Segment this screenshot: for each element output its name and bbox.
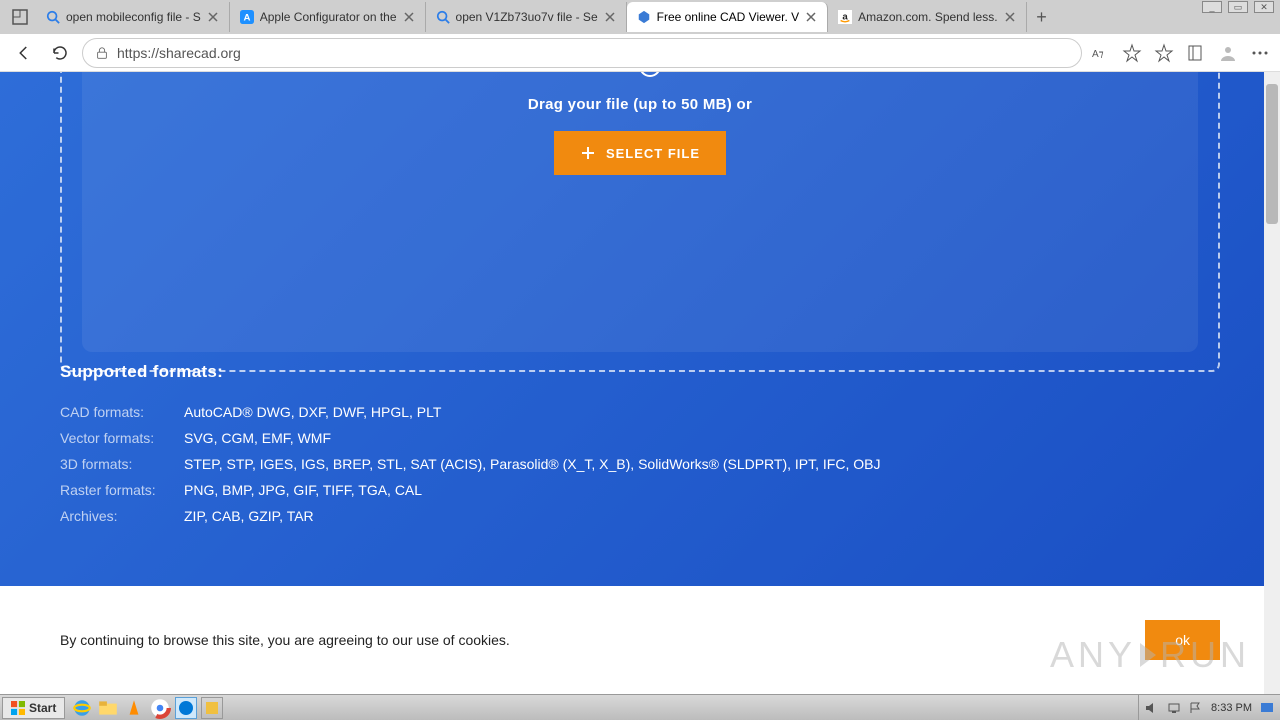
start-label: Start — [29, 701, 56, 715]
collections-icon[interactable] — [1186, 43, 1206, 63]
taskbar-explorer[interactable] — [97, 697, 119, 719]
tab-apple-configurator[interactable]: A Apple Configurator on the — [230, 2, 426, 32]
profile-icon[interactable] — [1218, 43, 1238, 63]
amazon-icon: a — [838, 10, 852, 24]
browser-tab-strip: open mobileconfig file - S A Apple Confi… — [0, 0, 1280, 34]
cookie-message: By continuing to browse this site, you a… — [60, 632, 510, 648]
format-values: ZIP, CAB, GZIP, TAR — [184, 508, 314, 524]
tab-title: Free online CAD Viewer. V — [657, 10, 800, 24]
close-icon[interactable] — [805, 11, 817, 23]
new-tab-button[interactable]: + — [1027, 7, 1057, 28]
flag-icon[interactable] — [1189, 701, 1203, 715]
url-input[interactable]: https://sharecad.org — [82, 38, 1082, 68]
start-button[interactable]: Start — [2, 697, 65, 719]
toolbar-right: A⁊ — [1090, 43, 1270, 63]
close-icon[interactable] — [604, 11, 616, 23]
format-label: Vector formats: — [60, 430, 168, 446]
tab-title: open mobileconfig file - S — [66, 10, 201, 24]
network-icon[interactable] — [1167, 701, 1181, 715]
drop-zone[interactable]: Drag your file (up to 50 MB) or SELECT F… — [82, 72, 1198, 352]
taskbar-chrome[interactable] — [149, 697, 171, 719]
tab-amazon[interactable]: a Amazon.com. Spend less. — [828, 2, 1026, 32]
favorites-icon[interactable] — [1154, 43, 1174, 63]
select-file-button[interactable]: SELECT FILE — [554, 131, 726, 175]
format-label: Archives: — [60, 508, 168, 524]
sound-icon[interactable] — [1145, 701, 1159, 715]
format-row: Vector formats: SVG, CGM, EMF, WMF — [60, 430, 1220, 446]
format-row: CAD formats: AutoCAD® DWG, DXF, DWF, HPG… — [60, 404, 1220, 420]
star-half-icon[interactable] — [1122, 43, 1142, 63]
format-values: STEP, STP, IGES, IGS, BREP, STL, SAT (AC… — [184, 456, 880, 472]
format-row: Archives: ZIP, CAB, GZIP, TAR — [60, 508, 1220, 524]
hero-section: Drag your file (up to 50 MB) or SELECT F… — [0, 72, 1280, 587]
search-icon — [46, 10, 60, 24]
taskbar-ie[interactable] — [71, 697, 93, 719]
url-text: https://sharecad.org — [117, 45, 241, 61]
supported-formats: Supported formats: CAD formats: AutoCAD®… — [60, 362, 1220, 534]
tab-sharecad[interactable]: Free online CAD Viewer. V — [627, 2, 829, 32]
menu-icon[interactable] — [1250, 43, 1270, 63]
clock[interactable]: 8:33 PM — [1211, 702, 1252, 714]
format-label: CAD formats: — [60, 404, 168, 420]
svg-text:A: A — [243, 13, 250, 24]
tab-v1zb73[interactable]: open V1Zb73uo7v file - Se — [426, 2, 627, 32]
back-button[interactable] — [10, 39, 38, 67]
close-icon[interactable] — [403, 11, 415, 23]
window-controls: _ ▭ ✕ — [1196, 0, 1280, 14]
cookie-banner: By continuing to browse this site, you a… — [0, 586, 1280, 694]
close-window-button[interactable]: ✕ — [1254, 1, 1274, 13]
tab-overview-button[interactable] — [4, 3, 36, 31]
tab-title: open V1Zb73uo7v file - Se — [456, 10, 598, 24]
taskbar: Start 8:33 PM — [0, 694, 1280, 720]
scrollbar-thumb[interactable] — [1266, 84, 1278, 224]
plus-icon — [580, 145, 596, 161]
taskbar-edge[interactable] — [175, 697, 197, 719]
format-values: SVG, CGM, EMF, WMF — [184, 430, 331, 446]
close-icon[interactable] — [1004, 11, 1016, 23]
format-row: Raster formats: PNG, BMP, JPG, GIF, TIFF… — [60, 482, 1220, 498]
windows-icon — [11, 701, 25, 715]
formats-heading: Supported formats: — [60, 362, 1220, 382]
search-icon — [436, 10, 450, 24]
tab-title: Apple Configurator on the — [260, 10, 397, 24]
system-tray: 8:33 PM — [1138, 695, 1280, 720]
cookie-ok-button[interactable]: ok — [1145, 620, 1220, 660]
format-values: AutoCAD® DWG, DXF, DWF, HPGL, PLT — [184, 404, 441, 420]
format-label: 3D formats: — [60, 456, 168, 472]
select-file-label: SELECT FILE — [606, 146, 700, 161]
drag-instruction: Drag your file (up to 50 MB) or — [528, 96, 752, 113]
taskbar-vlc[interactable] — [123, 697, 145, 719]
read-aloud-icon[interactable]: A⁊ — [1090, 43, 1110, 63]
tab-title: Amazon.com. Spend less. — [858, 10, 997, 24]
upload-icon — [612, 72, 668, 82]
maximize-button[interactable]: ▭ — [1228, 1, 1248, 13]
tab-mobileconfig[interactable]: open mobileconfig file - S — [36, 2, 230, 32]
lock-icon — [95, 46, 109, 60]
format-values: PNG, BMP, JPG, GIF, TIFF, TGA, CAL — [184, 482, 422, 498]
taskbar-apps — [71, 697, 223, 719]
close-icon[interactable] — [207, 11, 219, 23]
refresh-button[interactable] — [46, 39, 74, 67]
show-desktop[interactable] — [1260, 701, 1274, 715]
appstore-icon: A — [240, 10, 254, 24]
svg-text:A⁊: A⁊ — [1092, 49, 1104, 60]
format-row: 3D formats: STEP, STP, IGES, IGS, BREP, … — [60, 456, 1220, 472]
address-bar: https://sharecad.org A⁊ — [0, 34, 1280, 72]
taskbar-app[interactable] — [201, 697, 223, 719]
vertical-scrollbar[interactable] — [1264, 72, 1280, 694]
format-label: Raster formats: — [60, 482, 168, 498]
sharecad-icon — [637, 10, 651, 24]
minimize-button[interactable]: _ — [1202, 1, 1222, 13]
